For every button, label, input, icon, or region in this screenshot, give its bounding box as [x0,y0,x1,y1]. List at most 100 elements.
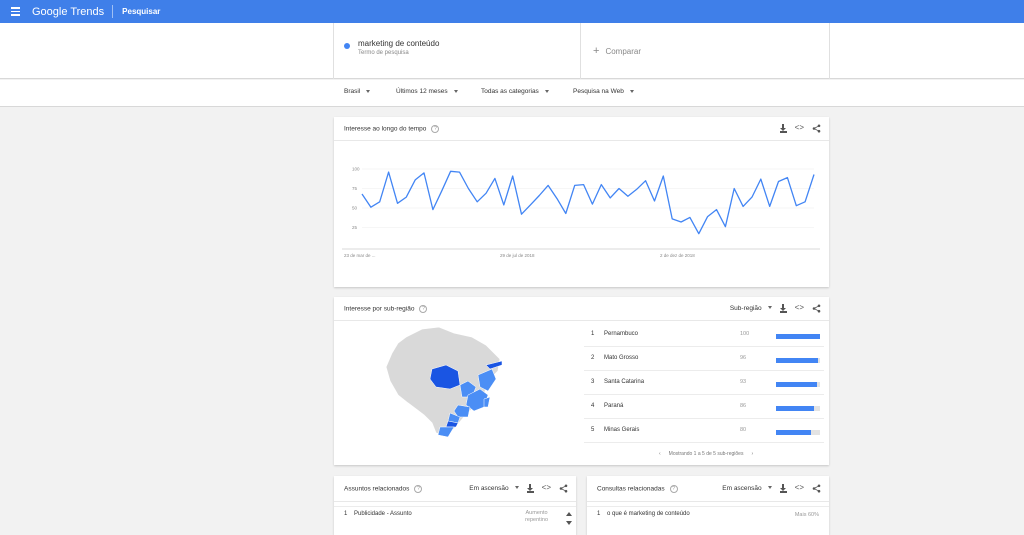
download-icon[interactable] [779,123,787,133]
y-tick-label: 100 [352,167,360,172]
filter-time-label: Últimos 12 meses [396,88,448,95]
top-app-bar: Google Trends Pesquisar [0,0,1024,23]
card-header: Interesse por sub-região? Sub-região <> [334,297,829,321]
chevron-down-icon [767,306,772,310]
menu-icon[interactable] [0,0,30,23]
card-title: Consultas relacionadas? [597,485,678,493]
related-queries-title: Consultas relacionadas [597,485,665,493]
card-header: Assuntos relacionados? Em ascensão <> [334,476,576,502]
region-rio-grande-do-sul [437,426,455,437]
card-header: Interesse ao longo do tempo? <> [334,117,829,141]
subregion-dropdown[interactable]: Sub-região [730,305,772,312]
search-term-card[interactable]: marketing de conteúdo Termo de pesquisa [333,23,581,79]
x-tick-label: 2 de dez de 2018 [660,253,695,258]
y-tick-label: 75 [352,186,358,191]
card-title: Interesse ao longo do tempo? [344,125,440,133]
chevron-right-icon[interactable]: › [751,451,753,457]
region-name: Mato Grosso [604,355,639,361]
download-icon[interactable] [779,303,787,313]
region-name: Pernambuco [604,331,639,337]
chevron-left-icon[interactable]: ‹ [659,451,661,457]
help-icon[interactable]: ? [419,305,428,313]
subregion-title: Interesse por sub-região [344,305,415,313]
filter-category[interactable]: Todas as categorias [481,88,549,95]
x-tick-label: 23 de mar de ... [344,253,376,258]
item-name: o que é marketing de conteúdo [607,511,690,517]
embed-icon[interactable]: <> [795,483,804,493]
item-badge: Aumento repentino [525,510,548,524]
search-terms-bar: marketing de conteúdo Termo de pesquisa … [0,23,1024,79]
region-bar-track [776,334,820,339]
card-title: Assuntos relacionados? [344,485,423,493]
help-icon[interactable]: ? [414,485,423,493]
region-rank: 5 [591,427,595,433]
share-icon[interactable] [559,484,568,493]
related-topics-dropdown[interactable]: Em ascensão [469,484,519,492]
share-icon[interactable] [812,304,821,313]
related-queries-dropdown[interactable]: Em ascensão [722,484,772,492]
region-value: 96 [740,355,747,361]
region-espirito-santo [483,396,491,408]
list-item[interactable]: 1 o que é marketing de conteúdo Mais 60% [587,506,829,528]
term-color-dot [344,43,350,49]
card-tools: <> [779,123,821,133]
region-bar-track [776,406,820,411]
badge-line-2: repentino [525,517,548,523]
chevron-down-icon [629,89,634,93]
scroll-arrows-icon[interactable] [565,509,573,529]
share-icon[interactable] [812,124,821,133]
interest-over-time-card: Interesse ao longo do tempo? <> 100 75 50 2… [334,117,829,287]
embed-icon[interactable]: <> [542,483,551,493]
filter-category-label: Todas as categorias [481,88,539,95]
chevron-down-icon [453,89,458,93]
embed-icon[interactable]: <> [795,303,804,313]
region-rank: 2 [591,355,595,361]
related-topics-dropdown-label: Em ascensão [469,484,509,492]
card-title: Interesse por sub-região? [344,305,428,313]
region-bar-fill [776,334,820,339]
filter-search-type[interactable]: Pesquisa na Web [573,88,634,95]
region-bar-track [776,358,820,363]
item-name: Publicidade - Assunto [354,511,412,517]
list-item[interactable]: 1 Publicidade - Assunto Aumento repentino [334,506,576,528]
filter-bar: Brasil Últimos 12 meses Todas as categor… [0,80,1024,107]
related-queries-card: Consultas relacionadas? Em ascensão <> 1… [587,476,829,535]
item-badge: Mais 60% [794,512,819,518]
related-queries-dropdown-label: Em ascensão [722,484,762,492]
region-value: 93 [740,379,747,385]
google-trends-logo[interactable]: Google Trends [32,6,104,18]
item-rank: 1 [344,511,348,517]
card-header: Consultas relacionadas? Em ascensão <> [587,476,829,502]
download-icon[interactable] [526,483,534,493]
help-icon[interactable]: ? [431,125,440,133]
series-line [361,170,815,235]
region-bar-fill [776,358,819,363]
related-topics-title: Assuntos relacionados [344,485,410,493]
help-icon[interactable]: ? [669,485,678,493]
region-pager: ‹ Mostrando 1 a 5 de 5 sub-regiões › [659,451,753,457]
download-icon[interactable] [779,483,787,493]
search-term-name[interactable]: marketing de conteúdo [358,39,580,48]
compare-button[interactable]: + Comparar [581,23,830,79]
region-rank: 1 [591,331,595,337]
card-tools: Em ascensão <> [469,483,568,493]
item-rank: 1 [597,511,601,517]
pager-text: Mostrando 1 a 5 de 5 sub-regiões [668,451,744,457]
chevron-down-icon [514,486,519,490]
region-name: Minas Gerais [604,427,640,433]
filter-location[interactable]: Brasil [344,88,371,95]
y-tick-label: 25 [352,225,358,230]
region-bar-fill [776,382,817,387]
share-icon[interactable] [812,484,821,493]
interest-line-chart: 100 75 50 25 23 de mar de ... 29 de jul de 20… [342,167,820,258]
embed-icon[interactable]: <> [795,123,804,133]
region-value: 100 [740,331,750,337]
filter-location-label: Brasil [344,88,361,95]
filter-time-range[interactable]: Últimos 12 meses [396,88,458,95]
region-value: 86 [740,403,747,409]
brazil-map[interactable] [384,325,504,437]
compare-label: Comparar [605,46,642,56]
chevron-down-icon [544,89,549,93]
region-bar-track [776,430,820,435]
y-tick-label: 50 [352,206,358,211]
